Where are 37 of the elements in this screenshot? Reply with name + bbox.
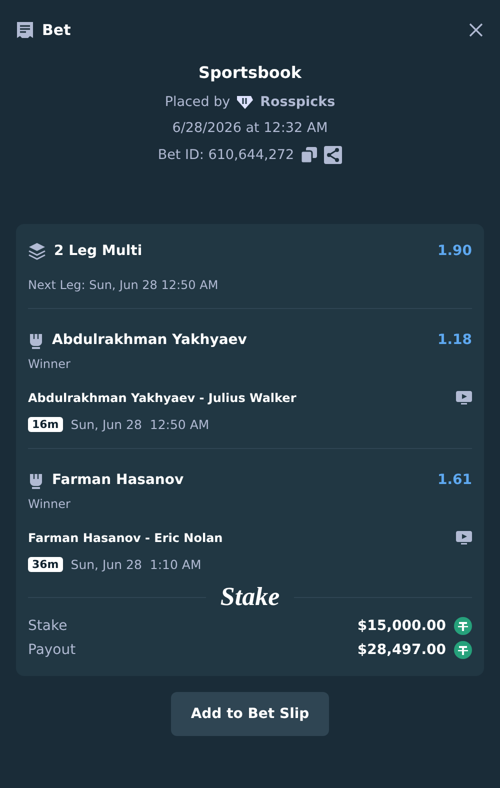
event-time: Sun, Jun 28 1:10 AM	[70, 557, 202, 572]
market-name: Winner	[28, 357, 72, 371]
tv-icon[interactable]	[456, 531, 472, 545]
next-leg: Next Leg: Sun, Jun 28 12:50 AM	[28, 278, 220, 292]
event-name: Farman Hasanov - Eric Nolan	[28, 531, 224, 545]
coin-icon	[454, 641, 472, 659]
amount: $15,000.00	[357, 618, 446, 634]
event-time: Sun, Jun 28 12:50 AM	[70, 417, 210, 432]
coin-icon	[454, 617, 472, 635]
username-link[interactable]: Rosspicks	[260, 94, 336, 110]
share-button[interactable]	[324, 146, 342, 164]
selection-name: Farman Hasanov	[52, 472, 185, 488]
leg-odds: 1.18	[437, 332, 472, 348]
brand-logo: Stake	[220, 582, 280, 612]
countdown-badge: 36m	[28, 557, 63, 572]
close-button[interactable]	[468, 22, 484, 38]
total-label: Stake	[28, 618, 68, 634]
selection-name: Abdulrakhman Yakhyaev	[52, 332, 248, 348]
sportsbook-title: Sportsbook	[198, 63, 302, 82]
multi-title: 2 Leg Multi	[54, 243, 144, 259]
total-odds: 1.90	[437, 243, 472, 259]
diamond-icon	[236, 94, 254, 110]
layers-icon	[28, 242, 46, 260]
add-to-bet-slip-button[interactable]: Add to Bet Slip	[170, 692, 330, 736]
bet-id: Bet ID: 610,644,272	[158, 147, 294, 163]
copy-button[interactable]	[300, 146, 318, 164]
tv-icon[interactable]	[456, 391, 472, 405]
placed-by-label: Placed by	[164, 94, 230, 110]
event-name: Abdulrakhman Yakhyaev - Julius Walker	[28, 391, 298, 405]
amount: $28,497.00	[357, 642, 446, 658]
countdown-badge: 16m	[28, 417, 63, 432]
leg-odds: 1.61	[437, 472, 472, 488]
bet-datetime: 6/28/2026 at 12:32 AM	[172, 120, 328, 136]
market-name: Winner	[28, 497, 72, 511]
total-label: Payout	[28, 642, 76, 658]
dialog-title: Bet	[42, 21, 72, 39]
receipt-icon	[16, 21, 34, 39]
